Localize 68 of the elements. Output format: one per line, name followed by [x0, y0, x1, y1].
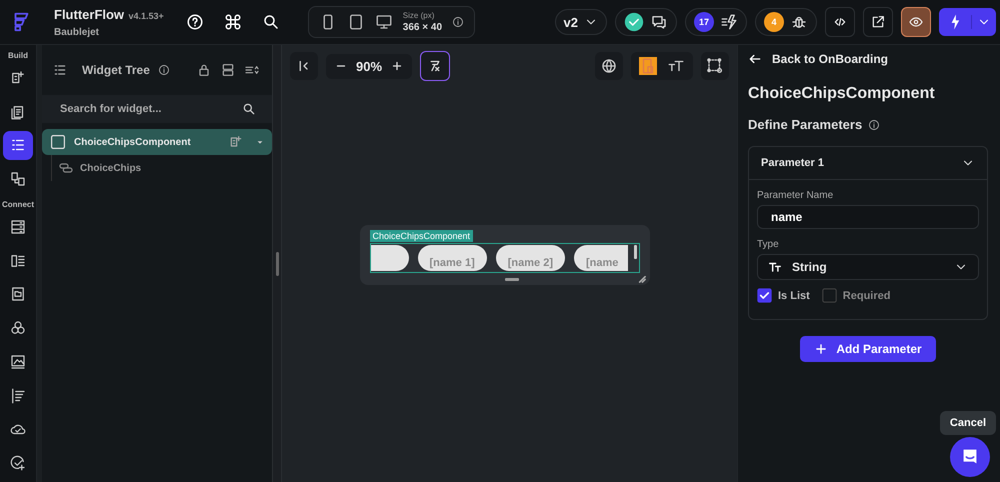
- info-icon[interactable]: [868, 118, 880, 130]
- help-icon[interactable]: [186, 13, 204, 31]
- search-icon[interactable]: [262, 13, 280, 31]
- name-field[interactable]: name: [757, 205, 979, 229]
- field-label: Parameter Name: [757, 190, 834, 201]
- globe-icon[interactable]: [595, 52, 623, 80]
- table-icon: [9, 218, 27, 236]
- bounding-box-icon[interactable]: [701, 52, 729, 80]
- align-icon: [9, 386, 27, 405]
- version-dropdown[interactable]: v2: [554, 9, 607, 35]
- rail-section-label: Build: [8, 51, 28, 60]
- parameter-header[interactable]: Parameter 1: [749, 147, 987, 180]
- type-dropdown[interactable]: String: [757, 254, 979, 280]
- search-bar[interactable]: Search for widget...: [42, 95, 272, 123]
- size-value: 366 × 40: [402, 22, 442, 33]
- chat-icon: [650, 13, 668, 31]
- collapse-panel-icon[interactable]: [290, 52, 318, 80]
- preview-icon[interactable]: [901, 7, 931, 37]
- tooltip: Cancel: [940, 411, 996, 435]
- tree-item[interactable]: ChoiceChips: [58, 155, 272, 181]
- check-icon: [624, 12, 644, 32]
- tree-item[interactable]: ChoiceChipsComponent: [42, 129, 272, 155]
- chat-button[interactable]: [950, 437, 990, 477]
- search-icon: [242, 102, 256, 116]
- bugs-count: 4: [764, 12, 784, 32]
- panel-title: Widget Tree: [82, 63, 150, 77]
- container-icon: [50, 134, 66, 150]
- size-label: Size (px): [402, 11, 436, 20]
- project-name: Baublejet: [54, 27, 100, 38]
- choice-chip[interactable]: [370, 244, 408, 270]
- field-label: Type: [757, 239, 780, 250]
- app-name: FlutterFlow: [54, 7, 124, 22]
- rail-button[interactable]: [3, 130, 33, 160]
- open-external-icon[interactable]: [863, 7, 893, 37]
- back-arrow-icon: [748, 52, 762, 66]
- bolt-icon: [720, 13, 738, 31]
- info-icon[interactable]: [452, 16, 464, 28]
- checkbox-label: Is List: [778, 290, 810, 302]
- checkbox[interactable]: [757, 288, 772, 303]
- folder-icon: [9, 285, 27, 304]
- back-link[interactable]: Back to OnBoarding: [748, 45, 988, 73]
- badge-check-icon: [9, 454, 27, 472]
- checkbox-label: Required: [842, 290, 890, 302]
- run-button[interactable]: [939, 8, 996, 36]
- magic-icon[interactable]: [420, 51, 450, 81]
- component-label: ChoiceChipsComponent: [370, 230, 474, 242]
- zoom-level: 90%: [356, 58, 382, 74]
- version-label: v4.1.53+: [128, 11, 164, 21]
- code-icon[interactable]: [825, 7, 855, 37]
- checkbox[interactable]: [822, 288, 837, 303]
- add-parameter-button[interactable]: Add Parameter: [800, 336, 936, 362]
- image-icon: [9, 352, 27, 371]
- comments-button[interactable]: [615, 8, 677, 36]
- search-field[interactable]: Search for widget...: [58, 102, 242, 116]
- layers-icon[interactable]: [220, 62, 236, 78]
- text-type-icon: [768, 260, 782, 274]
- caret-icon[interactable]: [256, 138, 264, 146]
- info-icon[interactable]: [158, 64, 170, 76]
- plus-icon: [814, 342, 828, 356]
- desktop-icon[interactable]: [374, 13, 393, 31]
- section-title: Define Parameters: [748, 117, 862, 132]
- issues-count: 17: [694, 12, 714, 32]
- issues-button[interactable]: 17: [685, 8, 747, 36]
- resize-handle-icon[interactable]: [636, 274, 646, 282]
- storyboard-icon: [9, 170, 27, 188]
- rail-section-label: Connect: [2, 200, 34, 209]
- command-icon[interactable]: [224, 13, 242, 31]
- component-title: ChoiceChipsComponent: [748, 85, 936, 103]
